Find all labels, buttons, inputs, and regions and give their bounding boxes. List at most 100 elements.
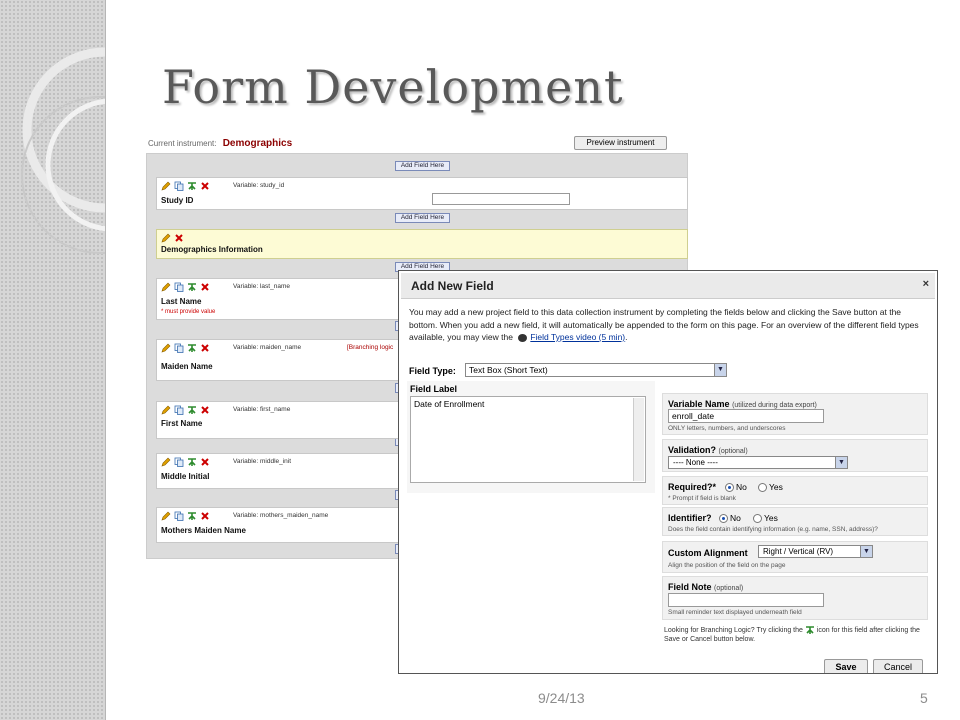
pencil-edit-icon[interactable] [161,343,171,353]
decorative-side-strip [0,0,106,720]
field-variable: Variable: study_id [233,182,285,189]
required-label: Required?* [668,482,717,492]
variable-name-hint: ONLY letters, numbers, and underscores [668,425,786,432]
add-field-here-button[interactable]: Add Field Here [395,213,450,223]
dialog-title: Add New Field [411,279,494,293]
required-no-radio[interactable]: No [725,482,747,492]
field-type-select[interactable]: Text Box (Short Text) ▼ [465,363,727,377]
validation-value: ---- None ---- [673,458,718,467]
delete-icon[interactable] [174,233,184,243]
pencil-edit-icon[interactable] [161,282,171,292]
slide-title: Form Development [162,60,624,114]
field-actions [161,457,210,467]
field-variable: Variable: mothers_maiden_name [233,512,329,519]
validation-title: Validation? (optional) [668,445,748,455]
copy-icon[interactable] [174,181,184,191]
copy-icon[interactable] [174,511,184,521]
pencil-edit-icon[interactable] [161,511,171,521]
delete-icon[interactable] [200,181,210,191]
delete-icon[interactable] [200,511,210,521]
identifier-no-radio[interactable]: No [719,513,741,523]
decorative-circles [21,47,105,254]
identifier-yes-label: Yes [764,513,778,523]
field-text-input[interactable] [432,193,570,205]
custom-alignment-label: Custom Alignment [668,548,748,558]
preview-instrument-button[interactable]: Preview instrument [574,136,667,150]
field-note-hint: Small reminder text displayed underneath… [668,609,802,616]
identifier-yes-radio[interactable]: Yes [753,513,778,523]
identifier-label: Identifier? [668,513,712,523]
slide-page-number: 5 [920,690,928,706]
copy-icon[interactable] [174,343,184,353]
cancel-button[interactable]: Cancel [873,659,923,673]
film-reel-icon [518,333,528,342]
copy-icon[interactable] [174,405,184,415]
branching-logic-icon[interactable] [187,343,197,353]
field-label: Maiden Name [161,362,213,371]
field-label-heading: Field Label [410,384,458,394]
radio-selected-icon[interactable] [719,513,728,523]
intro-period: . [625,332,628,342]
required-section: Required?* No Yes * Prompt if field is b… [662,476,928,505]
identifier-no-label: No [730,513,741,523]
slide-date: 9/24/13 [538,690,585,706]
variable-name-section: Variable Name (utilized during data expo… [662,393,928,435]
field-label: Last Name [161,297,202,306]
field-label-textarea[interactable]: Date of Enrollment [410,396,646,483]
delete-icon[interactable] [200,405,210,415]
field-types-video-link[interactable]: Field Types video (5 min) [530,332,625,342]
field-actions [161,282,210,292]
delete-icon[interactable] [200,282,210,292]
pencil-edit-icon[interactable] [161,233,171,243]
save-button[interactable]: Save [824,659,868,673]
chevron-down-icon[interactable]: ▼ [860,546,872,557]
field-type-label: Field Type: [409,366,456,376]
add-field-here-button[interactable]: Add Field Here [395,161,450,171]
variable-name-label: Variable Name [668,399,730,409]
variable-name-inline-hint: (utilized during data export) [732,402,817,409]
custom-alignment-select[interactable]: Right / Vertical (RV) ▼ [758,545,873,558]
required-no-label: No [736,482,747,492]
pencil-edit-icon[interactable] [161,181,171,191]
branching-logic-icon[interactable] [187,511,197,521]
copy-icon[interactable] [174,282,184,292]
field-note-input[interactable] [668,593,824,607]
required-hint: * Prompt if field is blank [668,495,736,502]
field-branching-logic: [Branching logic [347,344,394,351]
branching-logic-icon[interactable] [187,457,197,467]
textarea-scrollbar[interactable] [633,398,644,481]
identifier-hint: Does the field contain identifying infor… [668,526,878,533]
pencil-edit-icon[interactable] [161,405,171,415]
section-header-label: Demographics Information [161,245,263,254]
pencil-edit-icon[interactable] [161,457,171,467]
custom-alignment-value: Right / Vertical (RV) [763,547,834,556]
variable-name-title: Variable Name (utilized during data expo… [668,399,817,409]
current-instrument-name: Demographics [222,138,293,149]
current-instrument: Current instrument: Demographics [148,138,292,149]
validation-section: Validation? (optional) ---- None ---- ▼ [662,439,928,472]
branching-logic-note: Looking for Branching Logic? Try clickin… [664,625,926,645]
chevron-down-icon[interactable]: ▼ [714,364,726,376]
field-label-section: Field Label Date of Enrollment [407,381,655,493]
field-note-title: Field Note (optional) [668,582,743,592]
copy-icon[interactable] [174,457,184,467]
required-yes-label: Yes [769,482,783,492]
variable-name-input[interactable]: enroll_date [668,409,824,423]
radio-selected-icon[interactable] [725,482,734,492]
field-actions [161,233,184,243]
validation-select[interactable]: ---- None ---- ▼ [668,456,848,469]
required-yes-radio[interactable]: Yes [758,482,783,492]
radio-unselected-icon[interactable] [758,482,767,492]
branching-logic-icon[interactable] [187,181,197,191]
radio-unselected-icon[interactable] [753,513,762,523]
chevron-down-icon[interactable]: ▼ [835,457,847,468]
delete-icon[interactable] [200,457,210,467]
dialog-intro-text: You may add a new project field to this … [409,306,924,344]
branching-logic-icon[interactable] [187,282,197,292]
field-actions [161,511,210,521]
delete-icon[interactable] [200,343,210,353]
close-icon[interactable]: × [923,278,929,290]
field-variable: Variable: maiden_name [233,344,302,351]
branching-logic-icon[interactable] [187,405,197,415]
field-note-optional: (optional) [714,585,744,592]
